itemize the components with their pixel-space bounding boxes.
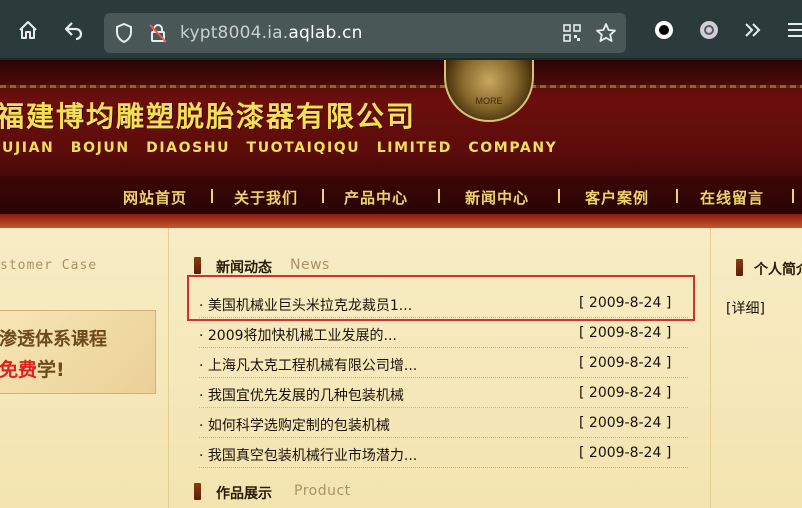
profile-section-heading: 个人简介 bbox=[736, 256, 802, 280]
site-header: MORE 福建博均雕塑脱胎漆器有限公司 UJIAN BOJUN DIAOSHU … bbox=[0, 60, 802, 228]
shield-icon[interactable] bbox=[108, 17, 140, 49]
browser-toolbar: kypt8004.ia.aqlab.cn bbox=[0, 0, 802, 60]
left-panel-divider bbox=[168, 228, 169, 508]
news-date: [ 2009-8-24 ] bbox=[579, 325, 672, 341]
header-decor-band bbox=[0, 60, 802, 88]
section-marker-icon bbox=[736, 259, 743, 276]
list-item[interactable]: · 我国宜优先发展的几种包装机械 [ 2009-8-24 ] bbox=[199, 378, 688, 408]
nav-message[interactable]: 在线留言 bbox=[700, 187, 764, 208]
news-title-link[interactable]: · 如何科学选购定制的包装机械 bbox=[199, 415, 390, 435]
list-item[interactable]: · 如何科学选购定制的包装机械 [ 2009-8-24 ] bbox=[199, 408, 688, 438]
bookmark-star-icon[interactable] bbox=[590, 17, 622, 49]
insecure-lock-icon[interactable] bbox=[142, 17, 174, 49]
news-date: [ 2009-8-24 ] bbox=[579, 445, 672, 461]
nav-separator bbox=[438, 189, 440, 203]
news-date: [ 2009-8-24 ] bbox=[579, 355, 672, 371]
news-title-link[interactable]: · 我国宜优先发展的几种包装机械 bbox=[199, 385, 404, 405]
nav-about[interactable]: 关于我们 bbox=[234, 187, 298, 208]
customer-case-heading: stomer Case bbox=[0, 258, 98, 273]
right-panel-divider bbox=[710, 228, 711, 508]
news-title-link[interactable]: · 我国真空包装机械行业市场潜力... bbox=[199, 445, 417, 465]
news-title-link[interactable]: · 上海凡太克工程机械有限公司增... bbox=[199, 355, 417, 375]
company-name-en: UJIAN BOJUN DIAOSHU TUOTAIQIQU LIMITED C… bbox=[2, 140, 558, 156]
qr-code-icon[interactable] bbox=[556, 17, 588, 49]
highlight-box bbox=[187, 275, 695, 321]
home-icon[interactable] bbox=[12, 14, 44, 46]
ad-line-2: 免费学! bbox=[0, 359, 65, 381]
nav-separator bbox=[211, 189, 213, 203]
news-date: [ 2009-8-24 ] bbox=[579, 415, 672, 431]
main-nav: 网站首页 关于我们 产品中心 新闻中心 客户案例 在线留言 bbox=[0, 176, 802, 214]
extension-circle-icon[interactable] bbox=[648, 14, 680, 46]
profile-detail-link[interactable]: [详细] bbox=[726, 298, 765, 318]
list-item[interactable]: · 我国真空包装机械行业市场潜力... [ 2009-8-24 ] bbox=[199, 438, 688, 468]
nav-products[interactable]: 产品中心 bbox=[344, 187, 408, 208]
url-text[interactable]: kypt8004.ia.aqlab.cn bbox=[180, 23, 363, 43]
news-title-link[interactable]: · 2009将加快机械工业发展的... bbox=[199, 325, 397, 345]
back-icon[interactable] bbox=[58, 14, 90, 46]
header-bottom-band bbox=[0, 214, 802, 228]
products-section-heading: 作品展示 Product bbox=[194, 480, 394, 504]
nav-cases[interactable]: 客户案例 bbox=[585, 187, 649, 208]
section-marker-icon bbox=[194, 257, 201, 274]
nav-separator bbox=[558, 189, 560, 203]
extension-badge-icon[interactable] bbox=[693, 14, 725, 46]
company-name-cn: 福建博均雕塑脱胎漆器有限公司 bbox=[0, 100, 417, 133]
list-item[interactable]: · 上海凡太克工程机械有限公司增... [ 2009-8-24 ] bbox=[199, 348, 688, 378]
page-content: stomer Case 渗透体系课程 免费学! 新闻动态 News · 美国机械… bbox=[0, 228, 802, 508]
nav-separator bbox=[792, 189, 794, 203]
section-marker-icon bbox=[194, 483, 201, 500]
nav-separator bbox=[676, 189, 678, 203]
news-date: [ 2009-8-24 ] bbox=[579, 385, 672, 401]
ad-line-1: 渗透体系课程 bbox=[0, 329, 107, 350]
nav-news[interactable]: 新闻中心 bbox=[465, 187, 529, 208]
logo-emblem: MORE bbox=[444, 60, 534, 122]
address-bar[interactable]: kypt8004.ia.aqlab.cn bbox=[104, 13, 626, 53]
nav-home[interactable]: 网站首页 bbox=[123, 187, 187, 208]
overflow-chevrons-icon[interactable] bbox=[737, 14, 769, 46]
nav-separator bbox=[322, 189, 324, 203]
list-item[interactable]: · 2009将加快机械工业发展的... [ 2009-8-24 ] bbox=[199, 318, 688, 348]
menu-icon[interactable] bbox=[780, 14, 802, 46]
course-ad-banner[interactable]: 渗透体系课程 免费学! bbox=[0, 310, 156, 394]
